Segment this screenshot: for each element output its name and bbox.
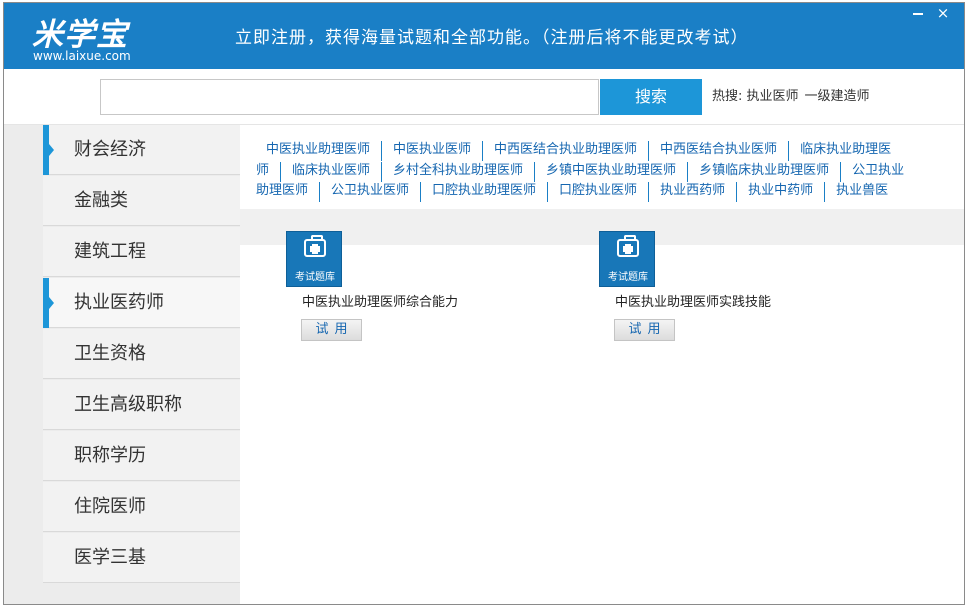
plus-mark	[310, 246, 320, 252]
exam-tag[interactable]: 中西医结合执业助理医师	[483, 141, 650, 161]
minimize-button[interactable]	[909, 6, 927, 22]
sidebar-item-label: 住院医师	[74, 496, 146, 517]
category-sidebar: 财会经济 金融类 建筑工程 执业医药师 卫生资格 卫生高级职称 职称学历 住院医…	[4, 125, 240, 604]
icon-caption: 考试题库	[608, 272, 648, 283]
exam-tag[interactable]: 师	[240, 162, 282, 182]
exam-card: 考试题库 中医执业助理医师实践技能 试用	[599, 231, 859, 341]
exam-tag[interactable]: 中医执业医师	[382, 141, 484, 161]
sidebar-item-label: 卫生高级职称	[74, 394, 182, 415]
exam-tag[interactable]: 口腔执业助理医师	[421, 182, 549, 202]
sidebar-item-health-qualification[interactable]: 卫生资格	[43, 329, 240, 379]
exam-tag[interactable]: 执业西药师	[649, 182, 738, 202]
trial-button[interactable]: 试用	[614, 319, 675, 341]
exam-card: 考试题库 中医执业助理医师综合能力 试用	[286, 231, 546, 341]
hot-search-item[interactable]: 一级建造师	[805, 89, 870, 104]
active-marker	[43, 278, 54, 328]
active-marker	[43, 125, 54, 175]
exam-tag[interactable]: 助理医师	[240, 182, 321, 202]
hot-search-item[interactable]: 执业医师	[747, 89, 799, 104]
exam-tag[interactable]: 临床执业助理医	[789, 141, 902, 161]
exam-tag[interactable]: 中西医结合执业医师	[649, 141, 790, 161]
hot-search: 热搜: 执业医师 一级建造师	[712, 85, 876, 104]
hot-search-label: 热搜:	[712, 89, 743, 104]
exam-tag[interactable]: 执业兽医	[825, 182, 899, 202]
sidebar-item-resident-physician[interactable]: 住院医师	[43, 482, 240, 532]
sidebar-item-title-education[interactable]: 职称学历	[43, 431, 240, 481]
logo: 米学宝 www.laixue.com	[32, 9, 152, 67]
logo-text: 米学宝	[32, 17, 128, 53]
tag-row: 助理医师 公卫执业医师 口腔执业助理医师 口腔执业医师 执业西药师 执业中药师 执业兽医	[240, 182, 899, 202]
exam-title[interactable]: 中医执业助理医师综合能力	[302, 291, 458, 310]
icon-caption: 考试题库	[295, 272, 335, 283]
sidebar-item-label: 金融类	[74, 190, 128, 211]
sidebar-item-label: 执业医药师	[74, 292, 164, 313]
trial-button[interactable]: 试用	[301, 319, 362, 341]
search-input[interactable]	[100, 79, 599, 115]
tag-row: 中医执业助理医师 中医执业医师 中西医结合执业助理医师 中西医结合执业医师 临床执业助理…	[240, 141, 902, 161]
sidebar-item-construction[interactable]: 建筑工程	[43, 227, 240, 277]
exam-tag[interactable]: 中医执业助理医师	[240, 141, 383, 161]
sidebar-item-label: 医学三基	[74, 547, 146, 568]
exam-title[interactable]: 中医执业助理医师实践技能	[615, 291, 771, 310]
search-button[interactable]: 搜索	[600, 79, 702, 115]
header-bar: 米学宝 www.laixue.com 立即注册，获得海量试题和全部功能。（注册后…	[4, 3, 964, 69]
sidebar-item-label: 卫生资格	[74, 343, 146, 364]
exam-tag[interactable]: 口腔执业医师	[548, 182, 650, 202]
register-message[interactable]: 立即注册，获得海量试题和全部功能。（注册后将不能更改考试）	[235, 23, 749, 48]
question-bank-icon[interactable]: 考试题库	[599, 231, 655, 287]
tag-row: 师临床执业医师 乡村全科执业助理医师 乡镇中医执业助理医师 乡镇临床执业助理医师 公卫执…	[240, 162, 915, 182]
app-window: 米学宝 www.laixue.com 立即注册，获得海量试题和全部功能。（注册后…	[3, 2, 965, 605]
logo-url: www.laixue.com	[33, 49, 131, 63]
exam-tag[interactable]: 乡村全科执业助理医师	[382, 162, 536, 182]
exam-tag[interactable]: 公卫执业	[841, 162, 915, 182]
close-button[interactable]: ×	[934, 6, 952, 22]
exam-tag[interactable]: 乡镇临床执业助理医师	[688, 162, 842, 182]
sidebar-item-finance-economics[interactable]: 财会经济	[43, 125, 240, 175]
question-bank-icon[interactable]: 考试题库	[286, 231, 342, 287]
exam-tag[interactable]: 公卫执业医师	[320, 182, 422, 202]
sidebar-item-label: 职称学历	[74, 445, 146, 466]
exam-tag[interactable]: 执业中药师	[737, 182, 826, 202]
exam-tag[interactable]: 临床执业医师	[281, 162, 383, 182]
plus-mark	[623, 246, 633, 252]
main-content: 中医执业助理医师 中医执业医师 中西医结合执业助理医师 中西医结合执业医师 临床执业助理…	[240, 125, 964, 604]
exam-tag[interactable]: 乡镇中医执业助理医师	[535, 162, 689, 182]
sidebar-item-medical-basics[interactable]: 医学三基	[43, 533, 240, 583]
sidebar-item-finance[interactable]: 金融类	[43, 176, 240, 226]
sidebar-item-senior-health-title[interactable]: 卫生高级职称	[43, 380, 240, 430]
sidebar-item-licensed-medical[interactable]: 执业医药师	[43, 278, 240, 328]
sidebar-item-label: 建筑工程	[74, 241, 146, 262]
sidebar-item-label: 财会经济	[74, 139, 146, 160]
